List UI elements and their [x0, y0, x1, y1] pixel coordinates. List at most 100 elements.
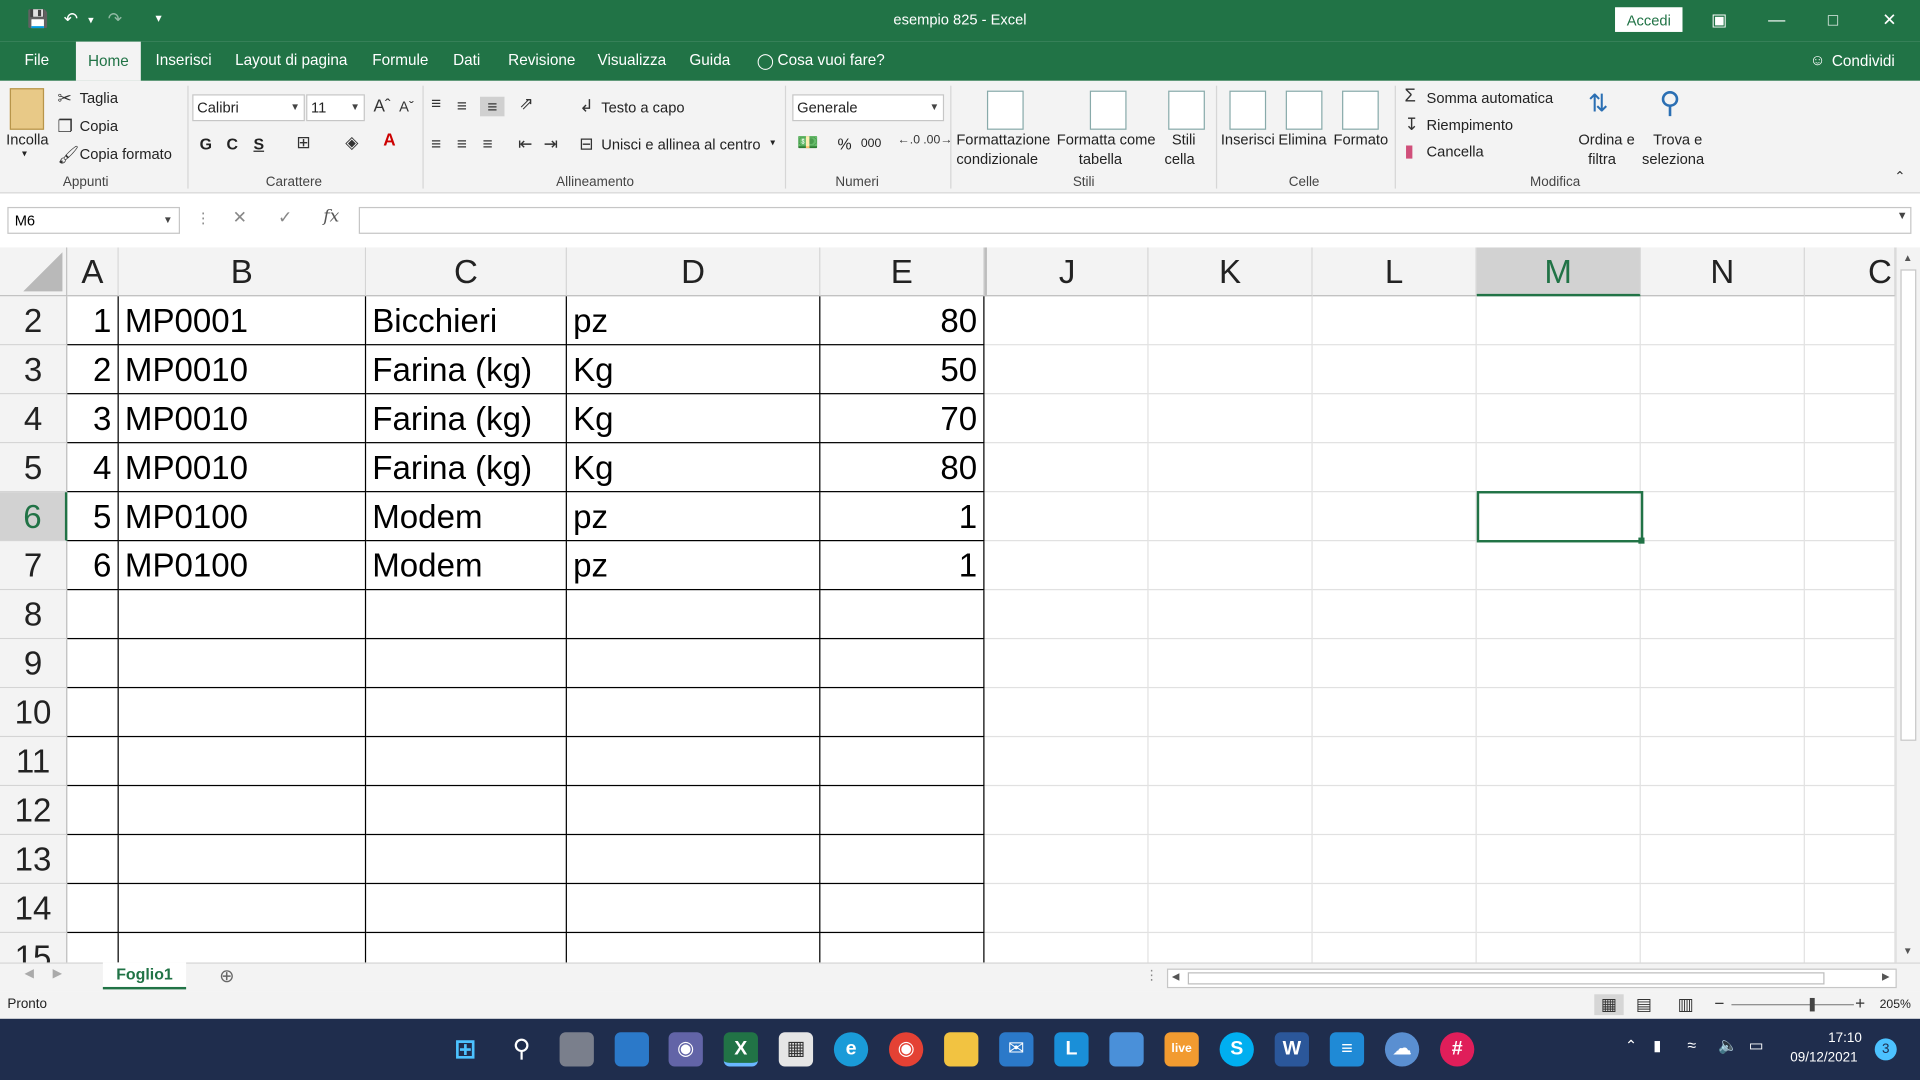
cell-e[interactable]: [820, 688, 985, 738]
scroll-up-icon[interactable]: ▲: [1903, 252, 1913, 263]
align-bottom-icon[interactable]: ≡: [480, 96, 505, 117]
tab-data[interactable]: Dati: [453, 51, 480, 68]
vertical-scroll-thumb[interactable]: [1900, 269, 1917, 741]
tab-view[interactable]: Visualizza: [598, 51, 667, 68]
cell-empty[interactable]: [1148, 737, 1313, 787]
merge-dropdown-icon[interactable]: ▾: [770, 137, 775, 148]
font-name-select[interactable]: Calibri ▼: [192, 94, 305, 122]
sort-filter-icon[interactable]: ⇅: [1588, 88, 1609, 119]
cancel-icon[interactable]: ✕: [233, 207, 247, 228]
cell-empty[interactable]: [1804, 590, 1896, 640]
cell-empty[interactable]: [1641, 933, 1805, 963]
format-painter-button[interactable]: Copia formato: [80, 146, 172, 163]
cell-empty[interactable]: [1476, 786, 1641, 836]
cell-empty[interactable]: [1804, 394, 1896, 444]
cell-empty[interactable]: [1312, 786, 1477, 836]
share-icon[interactable]: ☺: [1810, 51, 1826, 68]
tab-file[interactable]: File: [24, 51, 49, 68]
insert-cells-icon[interactable]: [1229, 90, 1267, 130]
format-as-table-label-2[interactable]: tabella: [1079, 151, 1122, 168]
row-header[interactable]: 2: [0, 296, 68, 346]
share-button[interactable]: Condividi: [1832, 53, 1895, 70]
cell-empty[interactable]: [1148, 541, 1313, 591]
autosum-button[interactable]: Somma automatica: [1427, 89, 1554, 106]
row-header[interactable]: 14: [0, 884, 68, 934]
page-break-view-icon[interactable]: ▥: [1678, 994, 1694, 1015]
align-left-icon[interactable]: ≡: [431, 133, 441, 153]
tab-help[interactable]: Guida: [689, 51, 730, 68]
cell-empty[interactable]: [984, 541, 1149, 591]
cell-c[interactable]: Farina (kg): [366, 394, 567, 444]
copy-button[interactable]: Copia: [80, 118, 118, 135]
cell-b[interactable]: [118, 835, 367, 885]
format-painter-icon[interactable]: 🖌: [58, 144, 80, 165]
row-header[interactable]: 9: [0, 639, 68, 689]
row-header[interactable]: 3: [0, 345, 68, 395]
cell-empty[interactable]: [1476, 737, 1641, 787]
column-header-e[interactable]: E: [820, 247, 985, 297]
sign-in-button[interactable]: Accedi: [1615, 7, 1683, 32]
horizontal-scrollbar[interactable]: ◀ ▶: [1166, 968, 1897, 989]
more-options-icon[interactable]: ⋮: [196, 209, 211, 226]
row-header[interactable]: 15: [0, 933, 68, 963]
cell-empty[interactable]: [1312, 296, 1477, 346]
cell-empty[interactable]: [1149, 933, 1313, 963]
start-icon[interactable]: ⊞: [448, 1032, 482, 1066]
tray-chevron-icon[interactable]: ⌃: [1625, 1037, 1637, 1054]
italic-button[interactable]: C: [227, 135, 238, 153]
cell-e[interactable]: [820, 835, 985, 885]
fill-color-icon[interactable]: ◈: [345, 132, 358, 153]
skype-icon[interactable]: S: [1219, 1032, 1254, 1067]
chrome-icon[interactable]: ◉: [888, 1032, 924, 1067]
font-size-select[interactable]: 11 ▼: [306, 94, 365, 122]
increase-decimal-icon[interactable]: ←.0: [898, 133, 920, 146]
cell-empty[interactable]: [1640, 541, 1805, 591]
cell-empty[interactable]: [1148, 835, 1313, 885]
cell-e[interactable]: [820, 786, 985, 836]
align-right-icon[interactable]: ≡: [482, 133, 492, 153]
conditional-formatting-icon[interactable]: [986, 90, 1024, 130]
cell-a[interactable]: 5: [67, 492, 119, 542]
cell-empty[interactable]: [984, 296, 1149, 346]
currency-icon[interactable]: 💵: [797, 132, 818, 153]
cell-empty[interactable]: [1804, 786, 1896, 836]
cell-empty[interactable]: [984, 933, 1149, 963]
cell-a[interactable]: [67, 590, 119, 640]
cell-empty[interactable]: [1477, 933, 1641, 963]
tell-me-search[interactable]: Cosa vuoi fare?: [778, 51, 885, 68]
increase-indent-icon[interactable]: ⇥: [544, 133, 558, 154]
cell-empty[interactable]: [1804, 639, 1896, 689]
cell-a[interactable]: [67, 737, 119, 787]
cell-b[interactable]: MP0100: [118, 541, 367, 591]
cell-empty[interactable]: [1312, 737, 1477, 787]
paste-dropdown-icon[interactable]: ▾: [22, 148, 27, 159]
task-view-icon[interactable]: [559, 1032, 594, 1067]
cell-empty[interactable]: [1804, 835, 1896, 885]
column-header-n[interactable]: N: [1640, 247, 1805, 297]
cell-empty[interactable]: [1312, 884, 1477, 934]
cell-d[interactable]: [567, 933, 821, 963]
cell-empty[interactable]: [1476, 345, 1641, 395]
clear-button[interactable]: Cancella: [1427, 143, 1484, 160]
column-header-d[interactable]: D: [566, 247, 821, 297]
vertical-scrollbar[interactable]: ▲ ▼: [1895, 247, 1920, 963]
find-select-label-1[interactable]: Trova e: [1653, 131, 1702, 148]
tab-page-layout[interactable]: Layout di pagina: [235, 51, 347, 68]
cell-empty[interactable]: [1312, 492, 1477, 542]
copy-icon[interactable]: ❐: [58, 116, 73, 137]
eraser-icon[interactable]: ▮: [1405, 141, 1414, 162]
cell-b[interactable]: MP0010: [118, 394, 367, 444]
tab-review[interactable]: Revisione: [508, 51, 575, 68]
cell-e[interactable]: 50: [820, 345, 985, 395]
cell-c[interactable]: Bicchieri: [366, 296, 567, 346]
zoom-slider-thumb[interactable]: [1809, 997, 1815, 1012]
cell-c[interactable]: [366, 688, 567, 738]
cell-b[interactable]: MP0010: [118, 443, 367, 493]
clock-date[interactable]: 09/12/2021: [1790, 1051, 1857, 1066]
cell-empty[interactable]: [1312, 590, 1477, 640]
cell-empty[interactable]: [1313, 933, 1477, 963]
cell-empty[interactable]: [1148, 786, 1313, 836]
cell-empty[interactable]: [1148, 296, 1313, 346]
cell-empty[interactable]: [1148, 590, 1313, 640]
borders-icon[interactable]: ⊞: [296, 132, 310, 153]
